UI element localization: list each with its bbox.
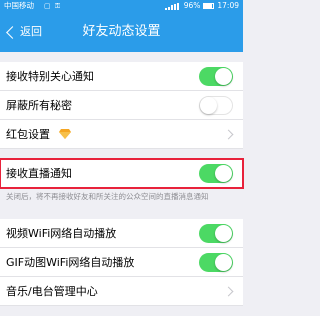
row-music-radio-center[interactable]: 音乐/电台管理中心 — [0, 277, 243, 306]
row-gif-wifi-autoplay[interactable]: GIF动图WiFi网络自动播放 — [0, 248, 243, 277]
row-label: 视频WiFi网络自动播放 — [6, 227, 117, 240]
row-special-care-notify[interactable]: 接收特别关心通知 — [0, 62, 243, 91]
row-red-packet-settings[interactable]: 红包设置 — [0, 120, 243, 149]
live-notify-hint: 关闭后，将不再接收好友和所关注的公众空间的直播消息通知 — [6, 192, 209, 201]
diamond-icon — [59, 129, 71, 139]
back-button[interactable]: 返回 — [4, 12, 42, 52]
status-bar: 中国移动 ▢ ⚿ 96% 17:09 — [0, 0, 243, 12]
row-label: 接收特别关心通知 — [6, 70, 94, 83]
notification-icons: ▢ ⚿ — [44, 2, 62, 10]
live-notify-toggle[interactable] — [199, 164, 233, 183]
row-live-notify[interactable]: 接收直播通知 — [0, 158, 244, 189]
signal-icon — [164, 2, 181, 10]
row-label: GIF动图WiFi网络自动播放 — [6, 256, 135, 269]
row-label: 红包设置 — [6, 128, 50, 141]
clock: 17:09 — [217, 1, 239, 10]
back-label: 返回 — [20, 25, 42, 38]
block-secrets-toggle[interactable] — [199, 96, 233, 115]
row-block-secrets[interactable]: 屏蔽所有秘密 — [0, 91, 243, 120]
row-label: 屏蔽所有秘密 — [6, 99, 72, 112]
row-label: 接收直播通知 — [6, 167, 72, 180]
row-video-wifi-autoplay[interactable]: 视频WiFi网络自动播放 — [0, 219, 243, 248]
battery-percent: 96% — [183, 1, 201, 10]
chevron-left-icon — [6, 25, 19, 39]
chevron-right-icon — [223, 129, 234, 140]
nav-bar: 好友动态设置 返回 — [0, 12, 243, 52]
chevron-right-icon — [223, 286, 234, 297]
special-care-toggle[interactable] — [199, 67, 233, 86]
video-autoplay-toggle[interactable] — [199, 224, 233, 243]
settings-list: 接收特别关心通知 屏蔽所有秘密 红包设置 接收直播通知 关闭后，将不再接收好友和… — [0, 52, 244, 306]
gif-autoplay-toggle[interactable] — [199, 253, 233, 272]
battery-icon — [203, 3, 215, 9]
carrier-name: 中国移动 — [4, 1, 34, 10]
row-label: 音乐/电台管理中心 — [6, 285, 98, 298]
